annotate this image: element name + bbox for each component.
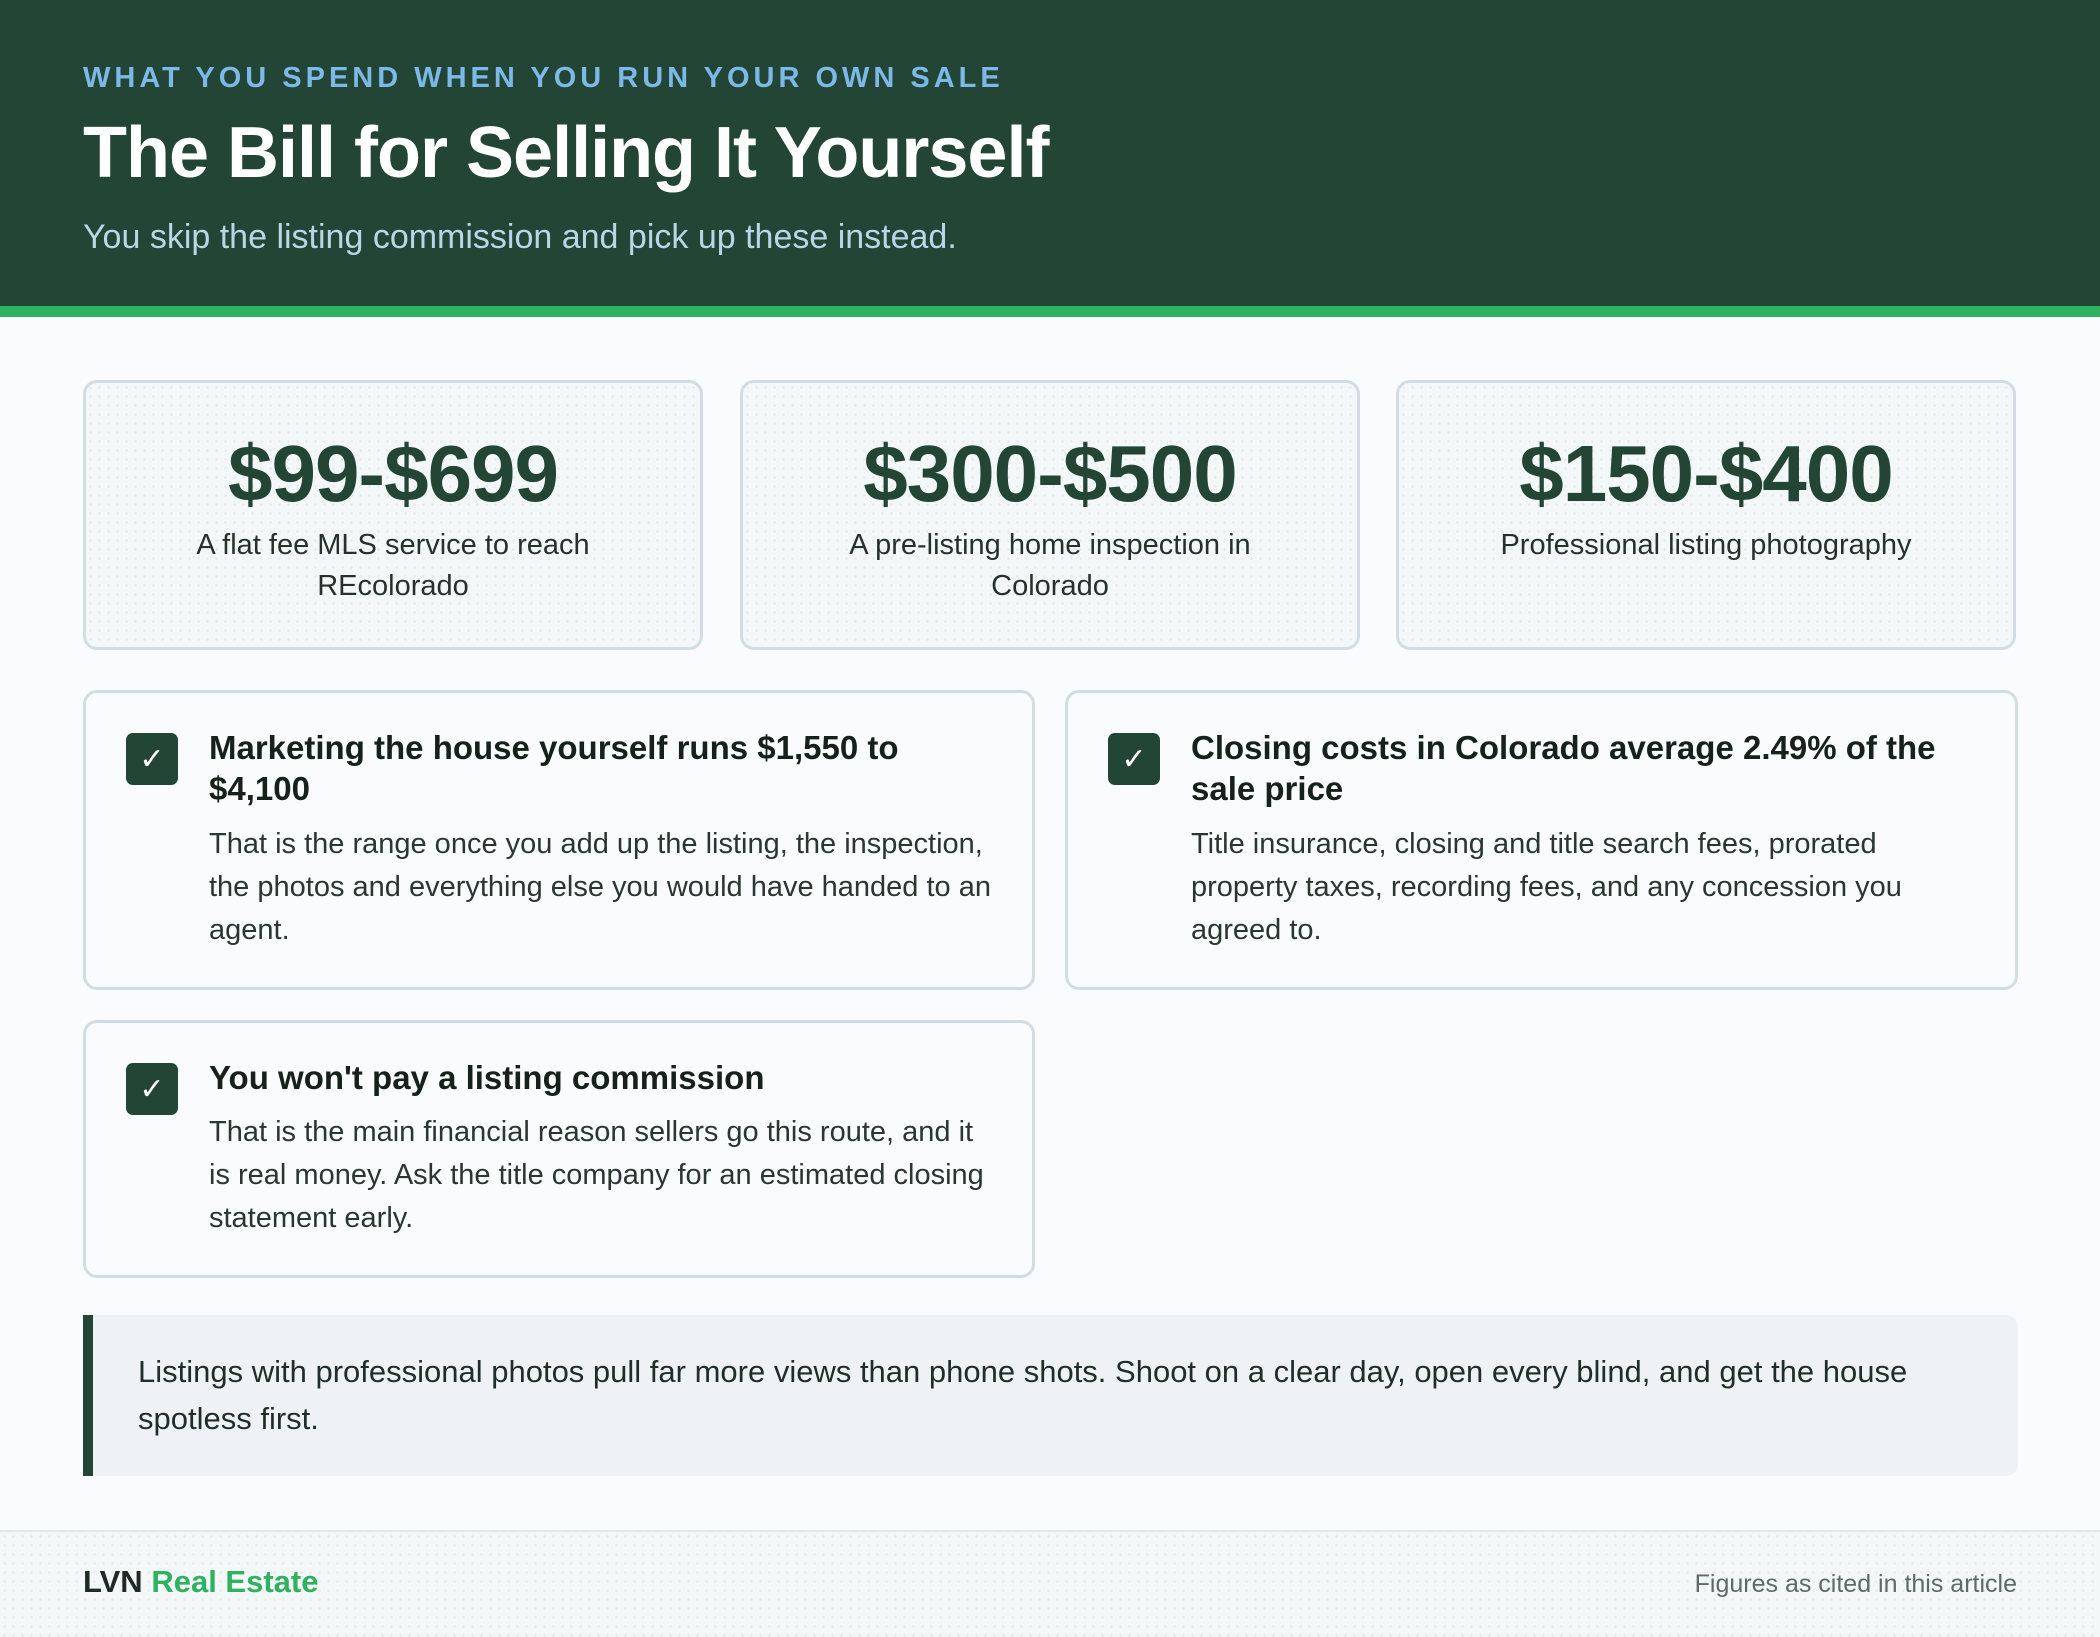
infographic-page: WHAT YOU SPEND WHEN YOU RUN YOUR OWN SAL… [0,0,2100,1637]
check-body: That is the main financial reason seller… [209,1116,984,1234]
stat-value: $300-$500 [863,429,1238,518]
stat-label: Professional listing photography [1500,529,1912,561]
check-card-commission: ✓ You won't pay a listing commission Tha… [83,1020,1035,1278]
footer: LVN Real Estate Figures as cited in this… [0,1530,2100,1637]
checkmark-icon: ✓ [1108,733,1160,785]
stat-label: A flat fee MLS service to reach REcolora… [196,529,590,602]
page-title: The Bill for Selling It Yourself [83,113,1049,193]
tip-text: Listings with professional photos pull f… [138,1354,1908,1436]
checkmark-icon: ✓ [126,733,178,785]
eyebrow-text: WHAT YOU SPEND WHEN YOU RUN YOUR OWN SAL… [83,62,1004,94]
stat-card-mls: $99-$699 A flat fee MLS service to reach… [83,380,703,650]
footer-note: Figures as cited in this article [1694,1570,2017,1598]
check-body: That is the range once you add up the li… [209,828,991,946]
tip-callout: Listings with professional photos pull f… [83,1315,2018,1476]
header: WHAT YOU SPEND WHEN YOU RUN YOUR OWN SAL… [0,0,2100,306]
page-subtitle: You skip the listing commission and pick… [83,218,957,256]
header-accent-bar [0,306,2100,317]
brand-logo: LVN Real Estate [83,1564,318,1600]
check-title: Marketing the house yourself runs $1,550… [209,729,899,807]
brand-name-part2: Real Estate [151,1564,319,1599]
stat-card-inspection: $300-$500 A pre-listing home inspection … [740,380,1360,650]
check-title: Closing costs in Colorado average 2.49% … [1191,729,1936,807]
check-card-closing-costs: ✓ Closing costs in Colorado average 2.49… [1065,690,2018,990]
brand-name-part1: LVN [83,1564,143,1599]
checkmark-icon: ✓ [126,1063,178,1115]
check-body: Title insurance, closing and title searc… [1191,828,1902,946]
check-title: You won't pay a listing commission [209,1059,765,1096]
stat-label: A pre-listing home inspection in Colorad… [849,529,1251,602]
stat-value: $99-$699 [227,429,559,518]
stat-value: $150-$400 [1519,429,1894,518]
check-card-marketing: ✓ Marketing the house yourself runs $1,5… [83,690,1035,990]
stat-card-photography: $150-$400 Professional listing photograp… [1396,380,2016,650]
